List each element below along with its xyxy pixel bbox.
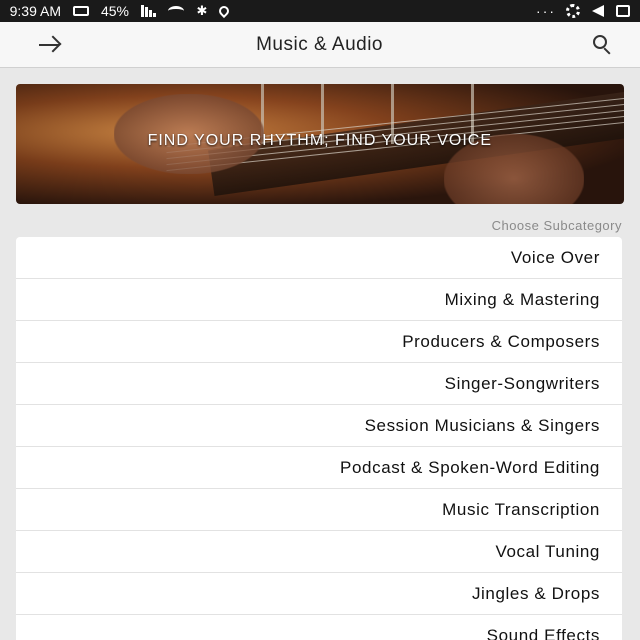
page-title: Music & Audio	[256, 34, 384, 55]
app-screen: ··· ✱ 45% 9:39 AM Music & Audio FIND YOU…	[0, 0, 640, 640]
list-item[interactable]: Mixing & Mastering	[16, 279, 622, 321]
list-item[interactable]: Producers & Composers	[16, 321, 622, 363]
list-item[interactable]: Voice Over	[16, 237, 622, 279]
list-item[interactable]: Jingles & Drops	[16, 573, 622, 615]
location-icon	[217, 3, 232, 19]
status-bar: ··· ✱ 45% 9:39 AM	[0, 0, 640, 22]
list-item[interactable]: Singer-Songwriters	[16, 363, 622, 405]
list-item[interactable]: Music Transcription	[16, 489, 622, 531]
image-icon	[616, 5, 630, 17]
signal-icon	[141, 5, 157, 17]
fan-icon	[566, 4, 580, 18]
banner-headline: FIND YOUR RHYTHM; FIND YOUR VOICE	[147, 132, 493, 149]
category-banner: FIND YOUR RHYTHM; FIND YOUR VOICE	[16, 84, 624, 204]
list-item[interactable]: Vocal Tuning	[16, 531, 622, 573]
status-bar-system: ✱ 45% 9:39 AM	[10, 3, 232, 19]
bluetooth-icon: ✱	[196, 3, 208, 18]
battery-icon	[73, 6, 90, 16]
subcategory-list: Voice Over Mixing & Mastering Producers …	[16, 237, 622, 640]
wifi-icon	[168, 6, 185, 16]
list-item[interactable]: Session Musicians & Singers	[16, 405, 622, 447]
section-label: Choose Subcategory	[491, 218, 622, 233]
status-time: 9:39 AM	[10, 3, 62, 19]
search-icon[interactable]	[588, 32, 614, 58]
send-icon	[592, 5, 604, 17]
battery-percent: 45%	[101, 3, 130, 19]
status-bar-notifications: ···	[534, 3, 630, 19]
more-dots-icon: ···	[534, 3, 554, 19]
list-item[interactable]: Sound Effects	[16, 615, 622, 640]
app-header: Music & Audio	[0, 22, 640, 68]
list-item[interactable]: Podcast & Spoken-Word Editing	[16, 447, 622, 489]
